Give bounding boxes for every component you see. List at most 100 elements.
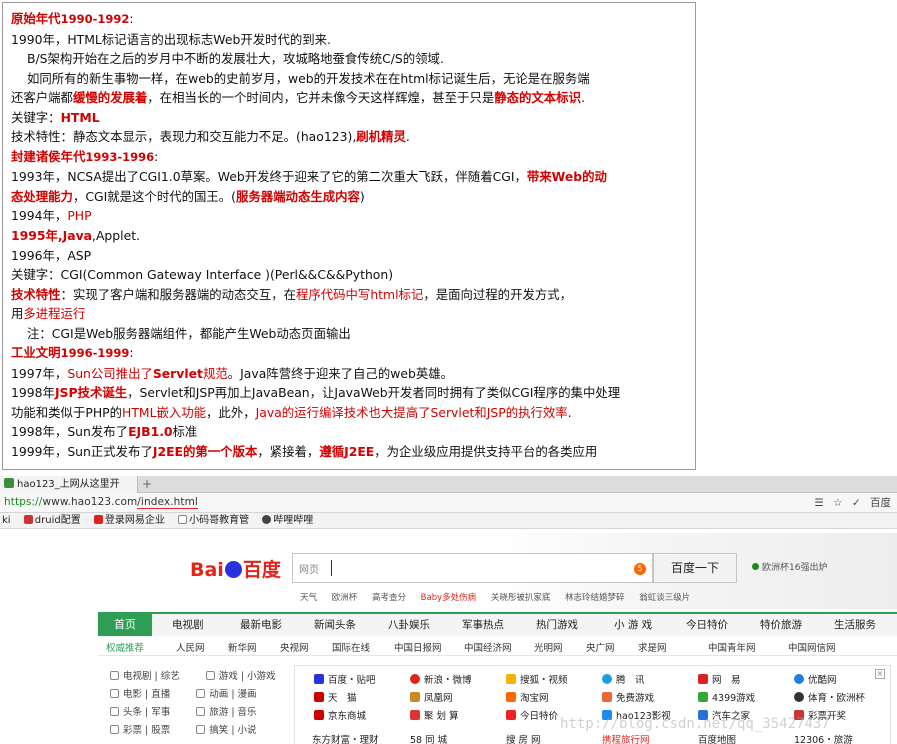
address-bar[interactable]: https://www.hao123.com/index.html ☰ ☆ ✓ …: [0, 493, 897, 513]
hot-link[interactable]: 关晓彤被扒家底: [491, 593, 551, 603]
category-link[interactable]: 军事: [151, 707, 170, 718]
site-link[interactable]: 凤凰网: [410, 690, 453, 704]
text-caret: [331, 560, 332, 576]
subnav-link[interactable]: 中国日报网: [394, 640, 442, 654]
site-link[interactable]: 今日特价: [506, 708, 558, 722]
category-link[interactable]: 小说: [238, 725, 257, 736]
site-link[interactable]: 搜 房 网: [506, 732, 541, 744]
category-link[interactable]: 电影: [123, 689, 142, 700]
subnav-link[interactable]: 人民网: [176, 640, 205, 654]
subnav-link[interactable]: 中国青年网: [708, 640, 756, 654]
subnav-link[interactable]: 光明网: [534, 640, 563, 654]
site-link[interactable]: 网 易: [698, 672, 741, 686]
search-input[interactable]: 网页 5: [292, 553, 653, 583]
nav-tab[interactable]: 新闻头条: [314, 617, 356, 632]
era2-feature: 技术特性：实现了客户端和服务器端的动态交互，在程序代码中写html标记，是面向过…: [11, 285, 687, 305]
hot-link[interactable]: Baby多处伤病: [421, 593, 476, 603]
site-link[interactable]: 12306・旅游: [794, 732, 853, 744]
nav-tab[interactable]: 军事热点: [462, 617, 504, 632]
subnav-link[interactable]: 央视网: [280, 640, 309, 654]
bookmark-0[interactable]: ki: [2, 515, 11, 526]
category-link[interactable]: 彩票: [123, 725, 142, 736]
hot-link[interactable]: 高考查分: [372, 593, 406, 603]
category-link[interactable]: 股票: [151, 725, 170, 736]
category-link[interactable]: 游戏: [219, 671, 238, 682]
hot-link[interactable]: 天气: [300, 593, 317, 603]
url-text[interactable]: https://www.hao123.com/index.html: [4, 496, 198, 509]
bookmark-xiaomage[interactable]: 小码哥教育管: [178, 515, 249, 526]
nav-tab-home[interactable]: 首页: [98, 614, 152, 636]
site-link[interactable]: 天 猫: [314, 690, 357, 704]
bookmark-druid[interactable]: druid配置: [23, 515, 81, 526]
search-button[interactable]: 百度一下: [653, 553, 737, 583]
youku-icon: [794, 674, 804, 684]
search-engine-label[interactable]: 百度: [870, 497, 891, 509]
site-link[interactable]: 聚 划 算: [410, 708, 459, 722]
site-link[interactable]: 百度地图: [698, 732, 736, 744]
bookmark-bilibili[interactable]: 哔哩哔哩: [262, 515, 313, 526]
category-link[interactable]: 旅游: [209, 707, 228, 718]
nav-tab[interactable]: 最新电影: [240, 617, 282, 632]
category-link[interactable]: 小游戏: [247, 671, 276, 682]
news-ticker[interactable]: 欧洲杯16强出炉: [752, 560, 827, 573]
era3-1997-e: 。Java阵营终于迎来了自己的web英雄。: [227, 365, 453, 381]
nav-tab[interactable]: 八卦娱乐: [388, 617, 430, 632]
site-link[interactable]: 淘宝网: [506, 690, 549, 704]
subnav-link[interactable]: 求是网: [638, 640, 667, 654]
subnav-link[interactable]: 中国网信网: [788, 640, 836, 654]
site-link[interactable]: 携程旅行网: [602, 732, 650, 744]
era1-feat-end: .: [405, 129, 410, 145]
hot-link[interactable]: 林志玲结婚梦碎: [565, 593, 625, 603]
category-link[interactable]: 头条: [123, 707, 142, 718]
notification-badge[interactable]: 5: [634, 563, 646, 575]
category-link[interactable]: 漫画: [238, 689, 257, 700]
category-link[interactable]: 直播: [151, 689, 170, 700]
tencent-icon: [602, 674, 612, 684]
site-link[interactable]: 4399游戏: [698, 690, 755, 704]
site-link[interactable]: 腾 讯: [602, 672, 645, 686]
hot-link[interactable]: 翁虹谈三级片: [639, 593, 690, 603]
new-tab-button[interactable]: +: [142, 476, 152, 492]
category-link[interactable]: 搞笑: [209, 725, 228, 736]
site-link[interactable]: 免费游戏: [602, 690, 654, 704]
site-label: 今日特价: [520, 711, 559, 722]
subnav-link[interactable]: 中国经济网: [464, 640, 512, 654]
subnav-link[interactable]: 央广网: [586, 640, 615, 654]
category-link[interactable]: 音乐: [238, 707, 257, 718]
bookmarks-bar: ki druid配置 登录网易企业 小码哥教育管 哔哩哔哩: [0, 513, 897, 529]
era2-colon: :: [154, 148, 159, 164]
site-link[interactable]: 58 同 城: [410, 732, 447, 744]
site-link[interactable]: 新浪・微博: [410, 672, 472, 686]
baidu-logo[interactable]: Bai 百度: [190, 555, 281, 582]
category-link[interactable]: 动画: [209, 689, 228, 700]
browser-tab[interactable]: hao123_上网从这里开: [0, 476, 138, 493]
nav-tab[interactable]: 特价旅游: [760, 617, 802, 632]
close-icon[interactable]: ×: [875, 669, 885, 679]
nav-tab[interactable]: 电视剧: [172, 617, 204, 632]
nav-tab[interactable]: 热门游戏: [536, 617, 578, 632]
era2-line2-b: ，CGI就是这个时代的国王。(: [72, 188, 236, 204]
site-link[interactable]: 体育・欧洲杯: [794, 690, 865, 704]
news-icon: [110, 707, 119, 716]
bookmark-netease[interactable]: 登录网易企业: [93, 515, 165, 526]
bookmark-bilibili-label: 哔哩哔哩: [273, 515, 314, 526]
site-link[interactable]: 百度・贴吧: [314, 672, 376, 686]
subnav-link[interactable]: 新华网: [228, 640, 257, 654]
site-link[interactable]: 搜狐・视频: [506, 672, 568, 686]
check-icon[interactable]: ✓: [852, 497, 861, 509]
nav-tab[interactable]: 小 游 戏: [614, 617, 652, 632]
subnav-link[interactable]: 国际在线: [332, 640, 370, 654]
category-link[interactable]: 综艺: [161, 671, 180, 682]
era1-kw-label: 关键字：: [11, 109, 61, 125]
netease-icon: [93, 515, 103, 524]
site-link[interactable]: 东方财富・理财: [312, 732, 379, 744]
hot-link[interactable]: 欧洲杯: [332, 593, 358, 603]
nav-tab[interactable]: 生活服务: [834, 617, 876, 632]
nav-tab[interactable]: 今日特价: [686, 617, 728, 632]
category-link[interactable]: 电视剧: [123, 671, 152, 682]
star-icon[interactable]: ☆: [833, 497, 842, 509]
site-link[interactable]: 优酷网: [794, 672, 837, 686]
search-type-select[interactable]: 网页: [299, 561, 319, 576]
site-link[interactable]: 京东商城: [314, 708, 366, 722]
menu-icon[interactable]: ☰: [814, 497, 823, 509]
